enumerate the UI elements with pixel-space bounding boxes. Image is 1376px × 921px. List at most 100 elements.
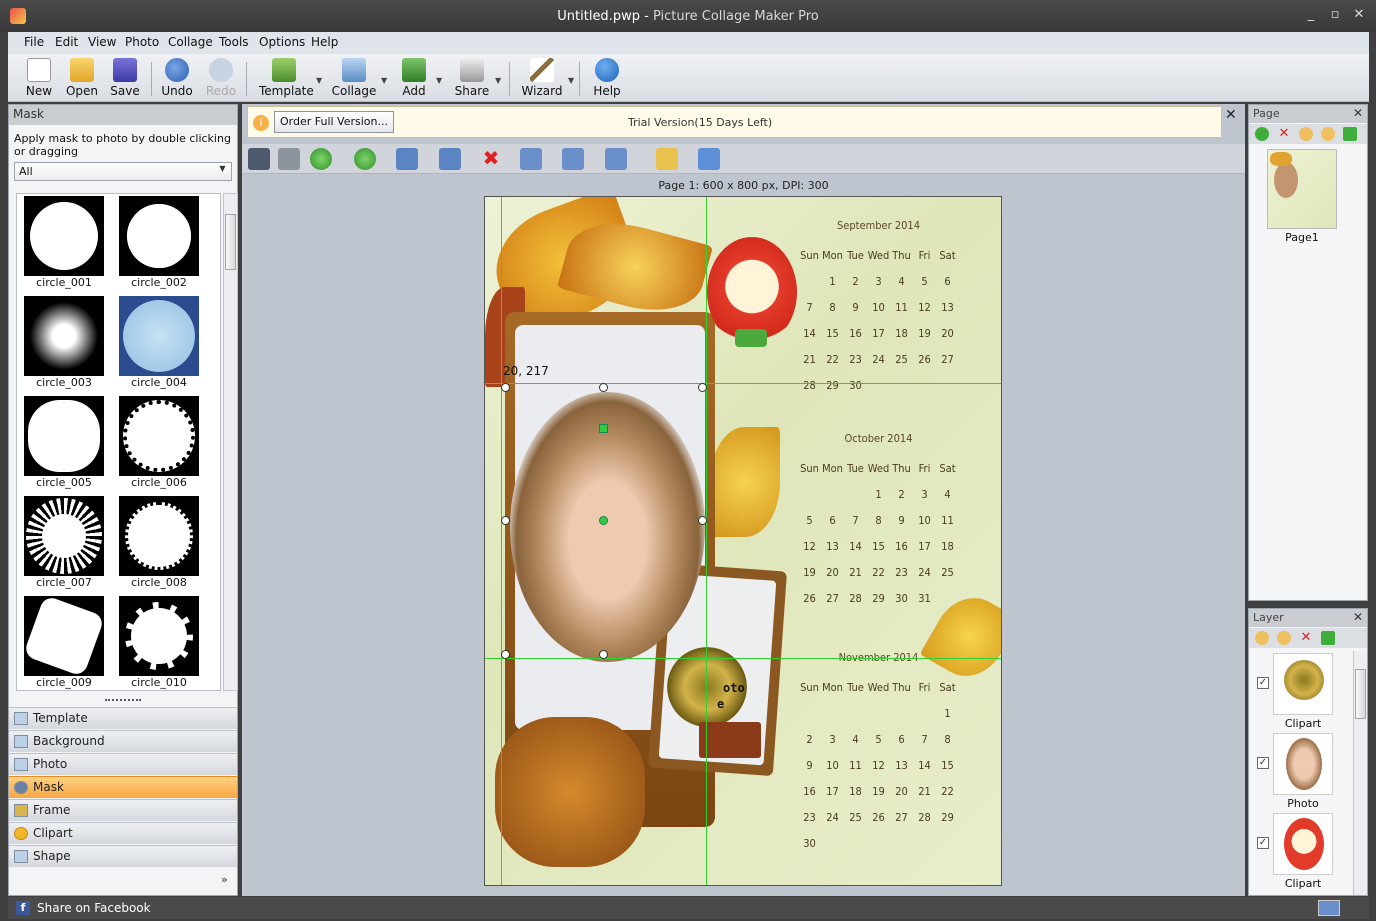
layer-down-icon[interactable] bbox=[1277, 631, 1291, 645]
refresh-page-icon[interactable] bbox=[1343, 127, 1357, 141]
guide-line-vertical[interactable] bbox=[706, 197, 707, 885]
properties-icon[interactable] bbox=[698, 148, 720, 170]
mask-item[interactable]: circle_009 bbox=[24, 596, 104, 689]
splitter-grip[interactable] bbox=[105, 699, 141, 702]
acorns-clipart[interactable] bbox=[495, 717, 645, 867]
crop-icon[interactable] bbox=[278, 148, 300, 170]
collage-dropdown-icon[interactable]: ▼ bbox=[381, 76, 387, 85]
facebook-icon[interactable]: f bbox=[16, 901, 30, 915]
order-full-version-button[interactable]: Order Full Version... bbox=[274, 111, 394, 133]
layer-visibility-checkbox[interactable]: ✓ bbox=[1257, 677, 1269, 689]
menu-help[interactable]: Help bbox=[311, 35, 338, 49]
align-center-icon[interactable] bbox=[520, 148, 542, 170]
share-dropdown-icon[interactable]: ▼ bbox=[495, 76, 501, 85]
nav-mask[interactable]: Mask bbox=[9, 776, 237, 798]
add-page-icon[interactable] bbox=[1255, 127, 1269, 141]
close-window-button[interactable]: ✕ bbox=[1350, 7, 1368, 25]
delete-layer-icon[interactable]: ✕ bbox=[1299, 631, 1313, 645]
menu-edit[interactable]: Edit bbox=[55, 35, 78, 49]
resize-handle[interactable] bbox=[599, 383, 608, 392]
add-button[interactable]: Add bbox=[389, 58, 439, 102]
menu-photo[interactable]: Photo bbox=[125, 35, 159, 49]
nav-frame[interactable]: Frame bbox=[9, 799, 237, 821]
calendar-october[interactable]: October 2014 Sun Mon Tue Wed Thu Fri Sat 1 2 3 4 5 6 7… bbox=[798, 432, 959, 611]
nav-template[interactable]: Template bbox=[9, 707, 237, 729]
share-on-facebook-link[interactable]: Share on Facebook bbox=[37, 901, 151, 915]
collage-button[interactable]: Collage bbox=[329, 58, 379, 102]
nav-photo[interactable]: Photo bbox=[9, 753, 237, 775]
rotate-right-icon[interactable] bbox=[396, 148, 418, 170]
redo-button[interactable]: Redo bbox=[196, 58, 246, 102]
menu-file[interactable]: File bbox=[24, 35, 44, 49]
mask-item[interactable]: circle_002 bbox=[119, 196, 199, 289]
mask-filter-select[interactable]: All ▼ bbox=[14, 162, 232, 181]
resize-handle[interactable] bbox=[501, 516, 510, 525]
save-button[interactable]: Save bbox=[100, 58, 150, 102]
delete-icon[interactable]: ✖ bbox=[480, 148, 502, 170]
template-dropdown-icon[interactable]: ▼ bbox=[316, 76, 322, 85]
menu-tools[interactable]: Tools bbox=[219, 35, 249, 49]
collage-page[interactable]: oto e September 2014 Sun Mon Tue Wed Thu Fri Sa… bbox=[484, 196, 1002, 886]
mask-item[interactable]: circle_008 bbox=[119, 496, 199, 589]
align-left-icon[interactable] bbox=[562, 148, 584, 170]
layer-up-icon[interactable] bbox=[1255, 631, 1269, 645]
scrollbar-thumb[interactable] bbox=[225, 214, 236, 270]
yellow-leaf-clipart[interactable] bbox=[710, 427, 780, 537]
resize-handle[interactable] bbox=[501, 383, 510, 392]
layer-thumbnail[interactable] bbox=[1273, 653, 1333, 715]
undo-button[interactable]: Undo bbox=[152, 58, 202, 102]
share-button[interactable]: Share bbox=[447, 58, 497, 102]
resize-handle[interactable] bbox=[599, 650, 608, 659]
move-page-up-icon[interactable] bbox=[1299, 127, 1313, 141]
guide-line-vertical[interactable] bbox=[501, 197, 502, 885]
monitor-icon[interactable] bbox=[1318, 900, 1340, 916]
help-button[interactable]: Help bbox=[582, 58, 632, 102]
mask-item[interactable]: circle_001 bbox=[24, 196, 104, 289]
rotate-left-icon[interactable] bbox=[439, 148, 461, 170]
mask-item[interactable]: circle_007 bbox=[24, 496, 104, 589]
bring-forward-icon[interactable] bbox=[310, 148, 332, 170]
layer-thumbnail[interactable] bbox=[1273, 813, 1333, 875]
maximize-button[interactable]: ▫ bbox=[1326, 7, 1344, 25]
calendar-november[interactable]: November 2014 Sun Mon Tue Wed Thu Fri Sat 1 2 3 4 5 6… bbox=[798, 651, 959, 856]
wizard-dropdown-icon[interactable]: ▼ bbox=[568, 76, 574, 85]
menu-view[interactable]: View bbox=[88, 35, 116, 49]
wizard-button[interactable]: Wizard bbox=[517, 58, 567, 102]
layer-visibility-checkbox[interactable]: ✓ bbox=[1257, 837, 1269, 849]
add-dropdown-icon[interactable]: ▼ bbox=[436, 76, 442, 85]
close-trial-button[interactable]: ✕ bbox=[1225, 107, 1237, 123]
layer-scrollbar[interactable] bbox=[1353, 651, 1367, 895]
effects-icon[interactable] bbox=[656, 148, 678, 170]
close-layer-panel-button[interactable]: ✕ bbox=[1353, 610, 1363, 624]
resize-handle[interactable] bbox=[501, 650, 510, 659]
calendar-september[interactable]: September 2014 Sun Mon Tue Wed Thu Fri Sat 1 2 3 4 5… bbox=[798, 219, 959, 398]
scrollbar-thumb[interactable] bbox=[1355, 669, 1366, 719]
guide-line-horizontal[interactable] bbox=[485, 658, 1001, 659]
refresh-layer-icon[interactable] bbox=[1321, 631, 1335, 645]
page-thumbnail[interactable] bbox=[1267, 149, 1337, 229]
layer-visibility-checkbox[interactable]: ✓ bbox=[1257, 757, 1269, 769]
distribute-icon[interactable] bbox=[605, 148, 627, 170]
layer-thumbnail[interactable] bbox=[1273, 733, 1333, 795]
person-icon[interactable] bbox=[248, 148, 270, 170]
rotate-handle[interactable] bbox=[599, 424, 608, 433]
close-page-panel-button[interactable]: ✕ bbox=[1353, 106, 1363, 120]
move-page-down-icon[interactable] bbox=[1321, 127, 1335, 141]
mask-item[interactable]: circle_004 bbox=[119, 296, 199, 389]
send-backward-icon[interactable] bbox=[354, 148, 376, 170]
minimize-button[interactable]: _ bbox=[1302, 7, 1320, 25]
mask-item[interactable]: circle_010 bbox=[119, 596, 199, 689]
nav-shape[interactable]: Shape bbox=[9, 845, 237, 867]
expand-more-button[interactable]: » bbox=[221, 873, 228, 886]
move-handle[interactable] bbox=[599, 516, 608, 525]
mask-item[interactable]: circle_003 bbox=[24, 296, 104, 389]
menu-options[interactable]: Options bbox=[259, 35, 305, 49]
delete-page-icon[interactable]: ✕ bbox=[1277, 127, 1291, 141]
mask-item[interactable]: circle_006 bbox=[119, 396, 199, 489]
template-button[interactable]: Template bbox=[259, 58, 314, 102]
resize-handle[interactable] bbox=[698, 516, 707, 525]
guide-line-horizontal[interactable] bbox=[485, 383, 1001, 384]
mask-gallery-scrollbar[interactable] bbox=[223, 193, 238, 691]
nav-clipart[interactable]: Clipart bbox=[9, 822, 237, 844]
nav-background[interactable]: Background bbox=[9, 730, 237, 752]
